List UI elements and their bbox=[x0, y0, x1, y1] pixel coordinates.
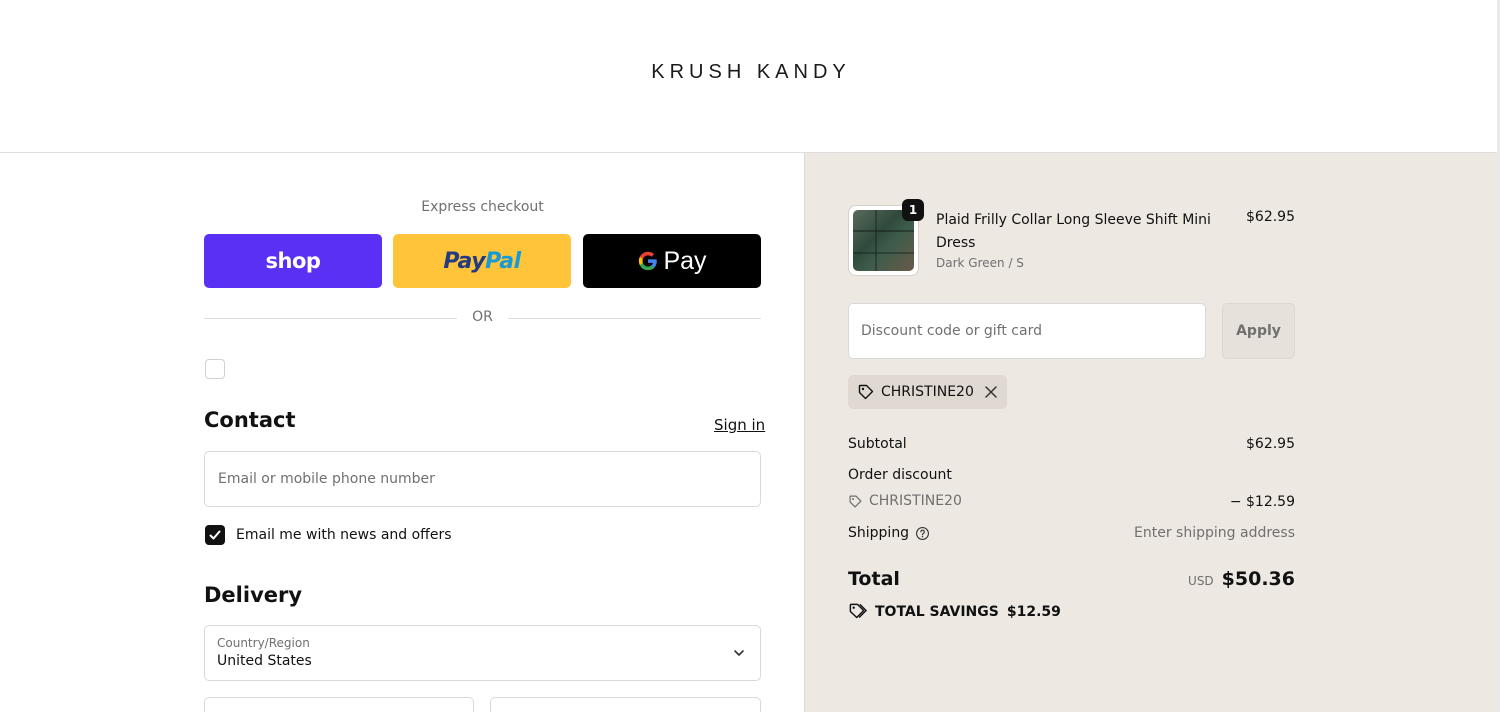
product-variant: Dark Green / S bbox=[936, 256, 1024, 270]
first-name-field[interactable] bbox=[204, 697, 474, 712]
total-value: USD $50.36 bbox=[1095, 568, 1295, 590]
discount-field[interactable] bbox=[848, 303, 1206, 359]
email-field[interactable] bbox=[204, 451, 761, 507]
checkmark-icon bbox=[209, 530, 221, 540]
product-price: $62.95 bbox=[1246, 209, 1295, 225]
email-input[interactable] bbox=[205, 452, 760, 506]
newsletter-label: Email me with news and offers bbox=[236, 527, 452, 543]
delivery-heading: Delivery bbox=[204, 583, 303, 607]
tags-icon bbox=[849, 603, 867, 619]
total-savings: TOTAL SAVINGS $12.59 bbox=[848, 602, 1061, 621]
currency-code: USD bbox=[1188, 574, 1214, 588]
product-name: Plaid Frilly Collar Long Sleeve Shift Mi… bbox=[936, 212, 1211, 251]
order-discount-label: Order discount bbox=[848, 467, 952, 483]
shipping-value: Enter shipping address bbox=[1134, 525, 1295, 541]
paypal-button[interactable]: PayPal bbox=[393, 234, 571, 288]
subtotal-value: $62.95 bbox=[1246, 436, 1295, 452]
applied-discount-chip: CHRISTINE20 bbox=[848, 375, 1007, 409]
chevron-down-icon bbox=[734, 650, 744, 656]
total-label: Total bbox=[848, 568, 900, 590]
country-value: United States bbox=[217, 653, 312, 669]
country-label: Country/Region bbox=[217, 636, 310, 650]
shop-pay-label: shop bbox=[265, 249, 321, 273]
or-label: OR bbox=[472, 309, 493, 325]
quantity-badge: 1 bbox=[902, 199, 924, 221]
total-amount: $50.36 bbox=[1221, 568, 1295, 590]
order-summary: 1 Plaid Frilly Collar Long Sleeve Shift … bbox=[804, 153, 1497, 712]
subtotal-label: Subtotal bbox=[848, 436, 907, 452]
express-checkout-title: Express checkout bbox=[421, 199, 544, 215]
tag-icon bbox=[858, 384, 874, 400]
apply-discount-button[interactable]: Apply bbox=[1222, 303, 1295, 359]
help-circle-icon[interactable] bbox=[915, 526, 930, 541]
paypal-label: PayPal bbox=[443, 248, 521, 274]
newsletter-option[interactable]: Email me with news and offers bbox=[205, 525, 452, 545]
google-g-icon bbox=[639, 251, 658, 271]
discount-input[interactable] bbox=[849, 304, 1205, 358]
or-divider: OR bbox=[204, 308, 761, 328]
order-discount-code: CHRISTINE20 bbox=[848, 493, 962, 509]
google-pay-label: Pay bbox=[663, 246, 707, 275]
order-discount-value: − $12.59 bbox=[1229, 494, 1295, 510]
checkout-main: Express checkout shop PayPal Pay OR Cont… bbox=[0, 153, 804, 712]
country-select[interactable]: Country/Region United States bbox=[204, 625, 761, 681]
contact-heading: Contact bbox=[204, 408, 296, 432]
tag-icon bbox=[849, 494, 862, 508]
sign-in-link[interactable]: Sign in bbox=[714, 416, 765, 434]
last-name-field[interactable] bbox=[490, 697, 761, 712]
shop-pay-button[interactable]: shop bbox=[204, 234, 382, 288]
store-logo[interactable]: KRUSH KANDY bbox=[0, 61, 1497, 84]
close-icon bbox=[985, 386, 997, 398]
page-header: KRUSH KANDY bbox=[0, 0, 1497, 153]
applied-discount-code: CHRISTINE20 bbox=[881, 384, 974, 400]
remove-discount-button[interactable] bbox=[984, 385, 998, 399]
newsletter-checkbox[interactable] bbox=[205, 525, 225, 545]
google-pay-button[interactable]: Pay bbox=[583, 234, 761, 288]
shipping-label: Shipping bbox=[848, 525, 930, 541]
unlabeled-checkbox[interactable] bbox=[205, 359, 225, 379]
